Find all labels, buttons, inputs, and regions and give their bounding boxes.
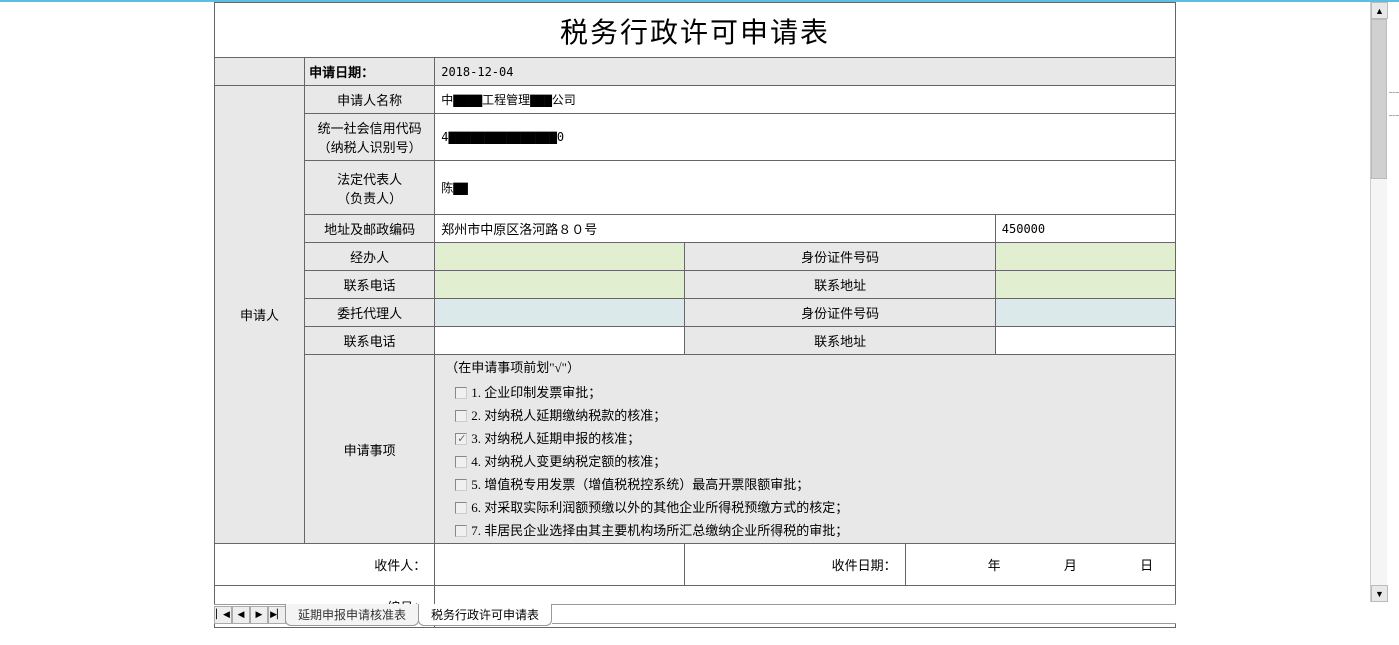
viewport: 税务行政许可申请表 申请日期： 2018-12-04 申请人 申请人名称 中▇▇ (0, 0, 1399, 645)
uscc-label: 统一社会信用代码（纳税人识别号） (305, 114, 435, 161)
matter-text: 3. 对纳税人延期申报的核准； (471, 431, 640, 446)
matter-text: 7. 非居民企业选择由其主要机构场所汇总缴纳企业所得税的审批； (471, 523, 848, 538)
scroll-up-icon[interactable]: ▲ (1371, 2, 1388, 19)
matter-text: 1. 企业印制发票审批； (471, 385, 601, 400)
apply-date-value: 2018-12-04 (435, 58, 1176, 86)
matter-checkbox[interactable] (455, 525, 467, 537)
scroll-thumb[interactable] (1371, 19, 1387, 179)
agent-phone-value[interactable] (435, 327, 685, 355)
matter-item: 7. 非居民企业选择由其主要机构场所汇总缴纳企业所得税的审批； (445, 518, 1175, 541)
form-title: 税务行政许可申请表 (214, 2, 1176, 57)
contact-row: 联系电话 联系地址 (215, 271, 1176, 299)
recv-date-slots: 年 月 日 (905, 544, 1175, 586)
address-row: 地址及邮政编码 郑州市中原区洛河路８０号 450000 (215, 215, 1176, 243)
month-char: 月 (1064, 558, 1077, 573)
matter-item: 5. 增值税专用发票（增值税税控系统）最高开票限额审批； (445, 472, 1175, 495)
receiver-label: 收件人： (215, 544, 435, 586)
matter-item: 1. 企业印制发票审批； (445, 380, 1175, 403)
handler-row: 经办人 身份证件号码 (215, 243, 1176, 271)
matter-checkbox[interactable] (455, 456, 467, 468)
legal-rep-row: 法定代表人 （负责人） 陈▇▇ (215, 161, 1176, 215)
postcode-value: 450000 (995, 215, 1175, 243)
matters-cell: （在申请事项前划"√"） 1. 企业印制发票审批； 2. 对纳税人延期缴纳税款的核… (435, 355, 1176, 544)
legal-label: 法定代表人 （负责人） (305, 161, 435, 215)
matter-checkbox[interactable] (455, 387, 467, 399)
matter-checkbox[interactable] (455, 410, 467, 422)
agent-contact-row: 联系电话 联系地址 (215, 327, 1176, 355)
legal-value: 陈▇▇ (435, 161, 1176, 215)
matter-text: 2. 对纳税人延期缴纳税款的核准； (471, 408, 666, 423)
agent-id-label: 身份证件号码 (685, 299, 995, 327)
tab-nav-first-icon[interactable]: ▏◀ (214, 606, 232, 624)
phone-label: 联系电话 (305, 271, 435, 299)
legal-label-a: 法定代表人 (337, 172, 402, 187)
tabs-trail (552, 606, 1176, 624)
tab-nav-last-icon[interactable]: ▶▏ (268, 606, 286, 624)
contact-addr-value[interactable] (995, 271, 1175, 299)
contact-addr-label: 联系地址 (685, 271, 995, 299)
id-label: 身份证件号码 (685, 243, 995, 271)
addr-value: 郑州市中原区洛河路８０号 (435, 215, 996, 243)
apply-date-label: 申请日期： (309, 65, 374, 80)
matter-checkbox[interactable] (455, 502, 467, 514)
vertical-scrollbar[interactable]: ▲ ▼ (1370, 2, 1387, 602)
tab-nav-next-icon[interactable]: ▶ (250, 606, 268, 624)
day-char: 日 (1140, 558, 1153, 573)
sheet-tab-2[interactable]: 税务行政许可申请表 (418, 604, 552, 626)
matters-section-label: 申请事项 (305, 355, 435, 544)
receiver-row: 收件人： 收件日期： 年 月 日 (215, 544, 1176, 586)
matter-text: 6. 对采取实际利润额预缴以外的其他企业所得税预缴方式的核定； (471, 500, 848, 515)
apply-date-row: 申请日期： 2018-12-04 (215, 58, 1176, 86)
handler-value[interactable] (435, 243, 685, 271)
matter-item: 4. 对纳税人变更纳税定额的核准； (445, 449, 1175, 472)
agent-addr-label: 联系地址 (685, 327, 995, 355)
name-label: 申请人名称 (305, 86, 435, 114)
form-document: 税务行政许可申请表 申请日期： 2018-12-04 申请人 申请人名称 中▇▇ (214, 2, 1176, 628)
agent-value[interactable] (435, 299, 685, 327)
uscc-value: 4▇▇▇▇▇▇▇▇▇▇▇▇▇▇▇0 (435, 114, 1176, 161)
scroll-down-icon[interactable]: ▼ (1371, 585, 1388, 602)
id-value[interactable] (995, 243, 1175, 271)
matters-row: 申请事项 （在申请事项前划"√"） 1. 企业印制发票审批； 2. 对纳税人延期缴… (215, 355, 1176, 544)
legal-label-b: （负责人） (337, 191, 402, 206)
form-table: 申请日期： 2018-12-04 申请人 申请人名称 中▇▇▇▇工程管理▇▇▇公… (214, 57, 1176, 628)
matter-text: 5. 增值税专用发票（增值税税控系统）最高开票限额审批； (471, 477, 809, 492)
applicant-section-label: 申请人 (215, 86, 305, 544)
phone-value[interactable] (435, 271, 685, 299)
side-marker (1389, 92, 1399, 116)
uscc-row: 统一社会信用代码（纳税人识别号） 4▇▇▇▇▇▇▇▇▇▇▇▇▇▇▇0 (215, 114, 1176, 161)
agent-label: 委托代理人 (305, 299, 435, 327)
addr-label: 地址及邮政编码 (305, 215, 435, 243)
handler-label: 经办人 (305, 243, 435, 271)
matter-checkbox[interactable] (455, 433, 467, 445)
tab-nav-prev-icon[interactable]: ◀ (232, 606, 250, 624)
matter-checkbox[interactable] (455, 479, 467, 491)
matters-note: （在申请事项前划"√"） (435, 355, 1175, 378)
receiver-value[interactable] (435, 544, 685, 586)
agent-row: 委托代理人 身份证件号码 (215, 299, 1176, 327)
matter-item: 3. 对纳税人延期申报的核准； (445, 426, 1175, 449)
agent-addr-value[interactable] (995, 327, 1175, 355)
agent-id-value[interactable] (995, 299, 1175, 327)
matters-list: 1. 企业印制发票审批； 2. 对纳税人延期缴纳税款的核准； 3. 对纳税人延期申报… (435, 378, 1175, 543)
sheet-tab-1[interactable]: 延期申报申请核准表 (285, 604, 419, 626)
year-char: 年 (988, 558, 1001, 573)
matter-item: 2. 对纳税人延期缴纳税款的核准； (445, 403, 1175, 426)
recv-date-label: 收件日期： (685, 544, 905, 586)
applicant-name-row: 申请人 申请人名称 中▇▇▇▇工程管理▇▇▇公司 (215, 86, 1176, 114)
agent-phone-label: 联系电话 (305, 327, 435, 355)
matter-item: 6. 对采取实际利润额预缴以外的其他企业所得税预缴方式的核定； (445, 495, 1175, 518)
sheet-tabs-strip: ▏◀ ◀ ▶ ▶▏ 延期申报申请核准表 税务行政许可申请表 (214, 604, 1176, 624)
name-value: 中▇▇▇▇工程管理▇▇▇公司 (435, 86, 1176, 114)
matter-text: 4. 对纳税人变更纳税定额的核准； (471, 454, 666, 469)
scroll-track[interactable] (1371, 19, 1387, 585)
